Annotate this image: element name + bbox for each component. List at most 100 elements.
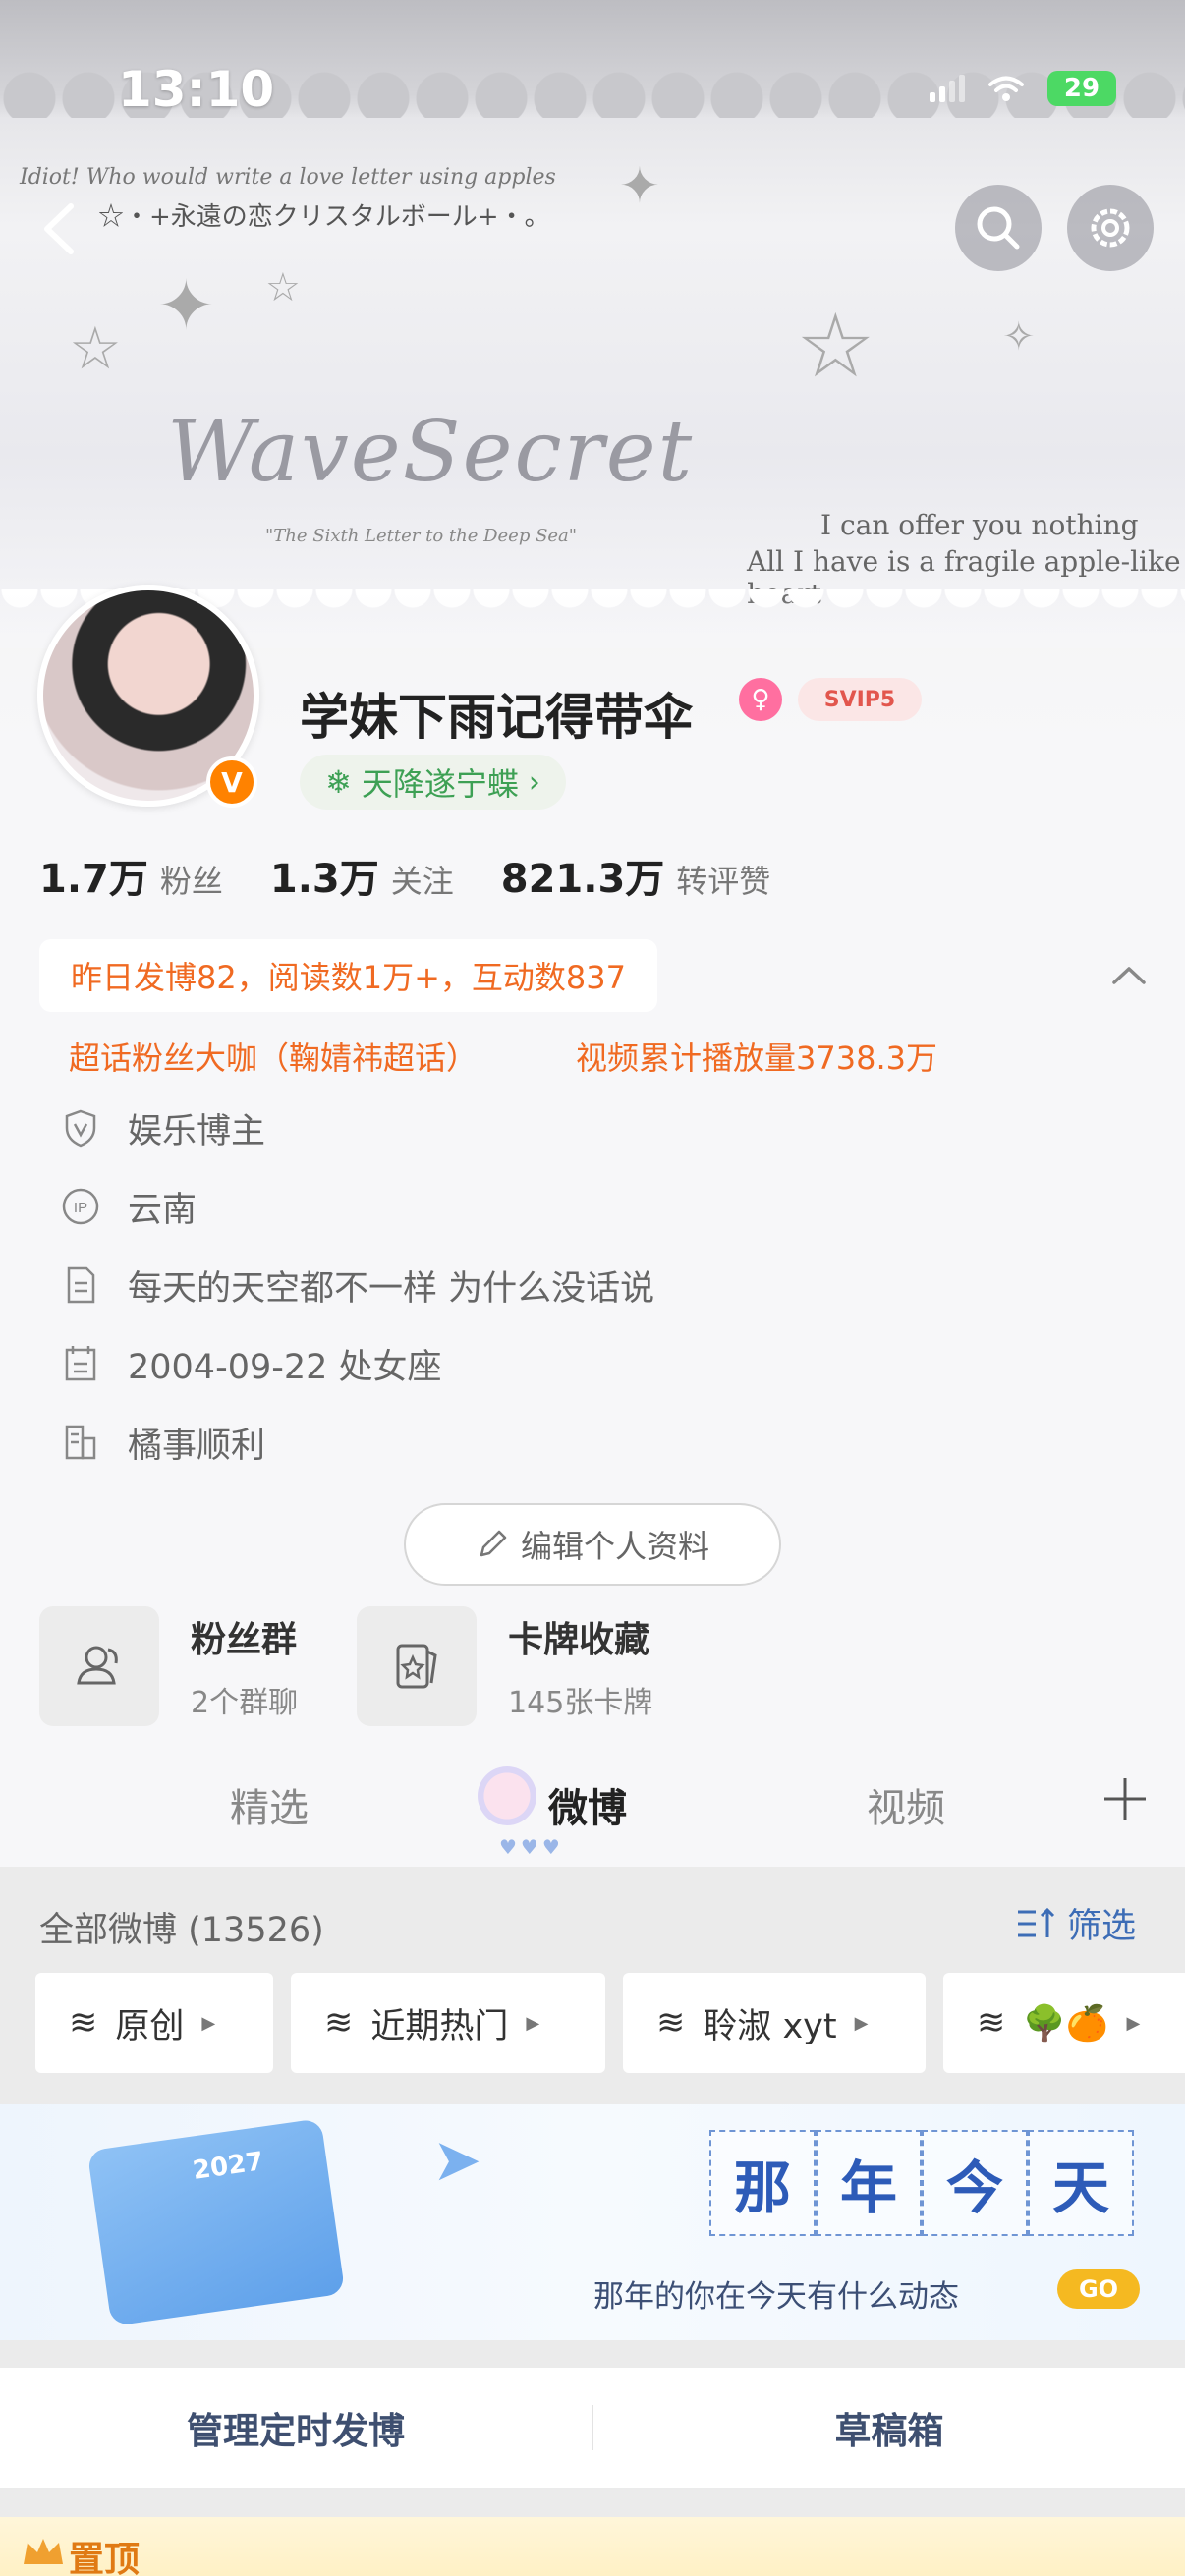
stat-label: 粉丝 xyxy=(159,863,223,900)
achievements: 超话粉丝大咖（鞠婧祎超话） 视频累计播放量3738.3万 xyxy=(69,1034,937,1079)
star-decoration: ✦ xyxy=(157,265,215,346)
fan-group-tag[interactable]: ❄ 天降遂宁蝶 › xyxy=(300,755,566,810)
feed-filter-chips: ≋ 原创 ▶ ≋ 近期热门 ▶ ≋ 聆淑 xyt ▶ ≋ 🌳🍊 ▶ xyxy=(35,1973,1185,2073)
stat-following[interactable]: 1.3万 关注 xyxy=(270,847,454,904)
fan-group-tag-label: 天降遂宁蝶 xyxy=(361,765,519,803)
stat-interactions[interactable]: 821.3万 转评赞 xyxy=(501,847,771,904)
tab-weibo[interactable]: 微博 xyxy=(548,1776,627,1833)
back-button[interactable] xyxy=(31,195,90,263)
filter-button[interactable]: 筛选 xyxy=(1016,1898,1136,1948)
filter-icon xyxy=(1018,1907,1055,1937)
go-button[interactable]: GO xyxy=(1057,2269,1140,2309)
info-row-bio: 每天的天空都不一样 为什么没话说 xyxy=(59,1262,655,1309)
feed-header: 全部微博 (13526) xyxy=(39,1911,324,1950)
chip-linshu[interactable]: ≋ 聆淑 xyt ▶ xyxy=(623,1973,926,2073)
memory-title-char: 今 xyxy=(922,2130,1028,2236)
info-text: 2004-09-22 处女座 xyxy=(128,1347,442,1387)
info-text: 云南 xyxy=(128,1190,198,1230)
pinned-label: 置顶 xyxy=(69,2540,141,2576)
profile-info-list: 娱乐博主 IP 云南 每天的天空都不一样 为什么没话说 2004-09-22 处… xyxy=(59,1105,655,1466)
memory-subtitle: 那年的你在今天有什么动态 xyxy=(593,2279,959,2315)
verified-badge: V xyxy=(206,756,257,808)
info-text: 橘事顺利 xyxy=(128,1426,266,1466)
drafts-button[interactable]: 草稿箱 xyxy=(593,2401,1185,2454)
gear-icon xyxy=(1091,208,1130,248)
chip-emoji[interactable]: ≋ 🌳🍊 ▶ xyxy=(943,1973,1185,2073)
snowflake-icon: ❄ xyxy=(325,763,352,801)
manage-bar: 管理定时发博 草稿箱 xyxy=(0,2368,1185,2488)
info-text: 娱乐博主 xyxy=(128,1111,266,1151)
tab-featured[interactable]: 精选 xyxy=(230,1776,309,1833)
signal-icon xyxy=(930,75,965,102)
scheduled-posts-button[interactable]: 管理定时发博 xyxy=(0,2401,592,2454)
memory-title-char: 那 xyxy=(709,2130,816,2236)
building-icon xyxy=(65,1425,96,1460)
info-row-company: 橘事顺利 xyxy=(59,1420,654,1466)
chip-label: 近期热门 xyxy=(370,2006,509,2046)
edit-profile-button[interactable]: 编辑个人资料 xyxy=(404,1503,781,1586)
banner-art-title: WaveSecret xyxy=(167,403,695,501)
info-row-birthday: 2004-09-22 处女座 xyxy=(59,1341,654,1387)
profile-stats: 1.7万 粉丝 1.3万 关注 821.3万 转评赞 xyxy=(39,847,770,904)
info-row-category: 娱乐博主 xyxy=(59,1105,654,1151)
pencil-icon xyxy=(480,1530,507,1557)
svg-text:IP: IP xyxy=(74,1200,87,1216)
star-decoration: ☆ xyxy=(796,295,875,398)
info-text: 每天的天空都不一样 为什么没话说 xyxy=(128,1268,655,1309)
battery-icon: 29 xyxy=(1047,71,1116,106)
triangle-right-icon: ▶ xyxy=(201,2012,216,2034)
chip-original[interactable]: ≋ 原创 ▶ xyxy=(35,1973,273,2073)
achievement-super-topic[interactable]: 超话粉丝大咖（鞠婧祎超话） xyxy=(69,1034,478,1079)
card-star-icon xyxy=(357,1606,478,1726)
chip-label: 原创 xyxy=(115,2006,185,2046)
banner-top-line: Idiot! Who would write a love letter usi… xyxy=(20,165,556,190)
chip-recent-hot[interactable]: ≋ 近期热门 ▶ xyxy=(291,1973,605,2073)
stat-num: 1.3万 xyxy=(269,857,379,902)
shield-v-icon xyxy=(65,1109,96,1148)
stat-followers[interactable]: 1.7万 粉丝 xyxy=(39,847,223,904)
svip-badge[interactable]: SVIP5 xyxy=(798,678,922,721)
cupcake-icon xyxy=(478,1766,536,1825)
stat-num: 1.7万 xyxy=(39,857,148,902)
chip-label: 聆淑 xyt xyxy=(703,2006,837,2046)
calendar-illustration xyxy=(86,2118,346,2326)
stat-label: 转评赞 xyxy=(676,863,771,900)
settings-button[interactable] xyxy=(1067,185,1154,271)
fan-group-sub: 2个群聊 xyxy=(191,1686,299,1720)
fan-group-title: 粉丝群 xyxy=(191,1620,298,1660)
username: 学妹下雨记得带伞 xyxy=(300,689,693,746)
battery-level: 29 xyxy=(1063,74,1100,103)
fan-group-card[interactable]: 粉丝群 2个群聊 xyxy=(39,1606,298,1726)
memory-title: 那 年 今 天 xyxy=(709,2130,1134,2236)
star-decoration: ✦ xyxy=(619,157,660,214)
layers-icon: ≋ xyxy=(69,2003,98,2043)
layers-icon: ≋ xyxy=(324,2003,354,2043)
banner-art-line-1: I can offer you nothing xyxy=(820,509,1139,541)
tab-video[interactable]: 视频 xyxy=(867,1776,945,1833)
chevron-up-icon[interactable] xyxy=(1104,951,1154,1000)
status-icons: 29 xyxy=(930,71,1116,106)
card-collection-sub: 145张卡牌 xyxy=(508,1686,653,1720)
paper-plane-icon: ➤ xyxy=(432,2126,482,2195)
star-decoration: ☆ xyxy=(265,265,301,310)
layers-icon: ≋ xyxy=(656,2003,686,2043)
chevron-right-icon: › xyxy=(528,764,540,800)
quick-cards: 粉丝群 2个群聊 卡牌收藏 145张卡牌 xyxy=(39,1606,652,1726)
add-tab-button[interactable] xyxy=(1099,1772,1152,1825)
daily-summary[interactable]: 昨日发博82，阅读数1万+，互动数837 xyxy=(39,939,657,1012)
wifi-icon xyxy=(988,76,1024,101)
memory-banner[interactable]: 2027 ➤ 那 年 今 天 那年的你在今天有什么动态 GO xyxy=(0,2104,1185,2340)
tab-active-indicator: ♥♥♥ xyxy=(499,1835,564,1859)
pinned-post-header: 置顶 xyxy=(0,2517,1185,2576)
star-decoration: ✧ xyxy=(1002,314,1036,360)
card-collection-card[interactable]: 卡牌收藏 145张卡牌 xyxy=(357,1606,652,1726)
banner-art-subtitle: "The Sixth Letter to the Deep Sea" xyxy=(265,526,578,546)
calendar-icon xyxy=(65,1346,96,1381)
crown-icon xyxy=(24,2539,63,2564)
search-button[interactable] xyxy=(955,185,1042,271)
stat-num: 821.3万 xyxy=(500,857,665,902)
achievement-video-plays[interactable]: 视频累计播放量3738.3万 xyxy=(576,1034,937,1079)
profile-banner: 13:10 29 Idiot! Who would write a love l… xyxy=(0,0,1185,648)
memory-title-char: 年 xyxy=(816,2130,922,2236)
chip-label: 🌳🍊 xyxy=(1023,2003,1109,2044)
